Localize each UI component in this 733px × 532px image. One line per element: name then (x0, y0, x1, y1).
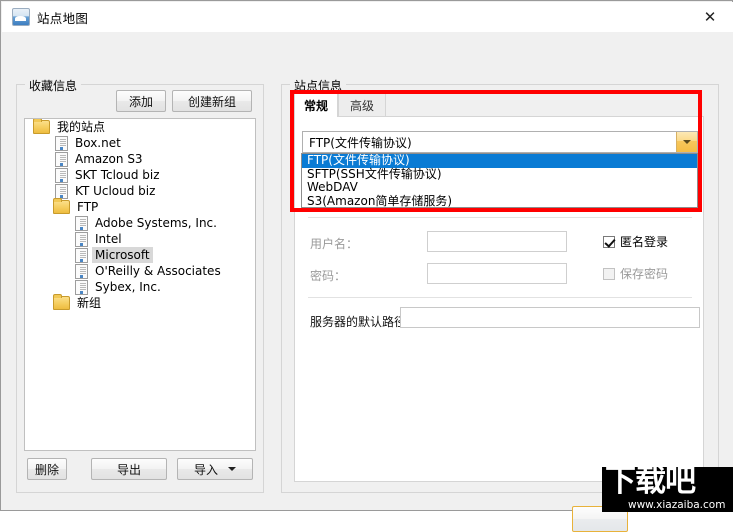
tree-item-label: Box.net (75, 136, 121, 150)
tree-item[interactable]: 我的站点 (25, 119, 255, 135)
protocol-combo[interactable]: FTP(文件传输协议) (302, 131, 698, 153)
export-button[interactable]: 导出 (91, 458, 167, 480)
username-label: 用户名： (310, 237, 359, 251)
tab-advanced[interactable]: 高级 (338, 93, 386, 117)
dropdown-option[interactable]: S3(Amazon简单存储服务) (302, 194, 697, 207)
favorites-tree[interactable]: 我的站点 Box.net Amazon S3 SKT Tcloud biz KT Ucl… (24, 118, 256, 451)
site-icon (75, 263, 88, 279)
site-icon (75, 215, 88, 231)
site-icon (55, 151, 68, 167)
tree-item[interactable]: Amazon S3 (25, 151, 255, 167)
dropdown-option[interactable]: FTP(文件传输协议) (302, 154, 697, 168)
site-map-dialog: 站点地图 ✕ 收藏信息 添加 创建新组 我的站点 Box.net Amazon S3… (0, 0, 733, 532)
protocol-combo-value: FTP(文件传输协议) (309, 135, 412, 150)
default-path-label: 服务器的默认路径 (310, 315, 407, 329)
tree-item[interactable]: O'Reilly & Associates (25, 263, 255, 279)
dropdown-option[interactable]: SFTP(SSH文件传输协议) (302, 167, 697, 182)
tab-general[interactable]: 常规 (294, 93, 338, 117)
anonymous-login-label: 匿名登录 (620, 235, 669, 249)
tree-item-label: Intel (95, 232, 122, 246)
chevron-down-icon (683, 140, 691, 144)
tree-item-label: Adobe Systems, Inc. (95, 216, 217, 230)
add-button[interactable]: 添加 (116, 90, 166, 112)
site-info-tabstrip: 常规 高级 (294, 93, 704, 117)
tabstrip-filler (386, 93, 704, 117)
divider-top (308, 217, 692, 218)
tree-item-label: SKT Tcloud biz (75, 168, 160, 182)
favorites-group-legend: 收藏信息 (25, 77, 82, 94)
folder-icon (53, 198, 70, 214)
tree-item-label: Microsoft (92, 247, 153, 263)
site-icon (55, 135, 68, 151)
watermark-url: www.xiazaiba.com (628, 499, 726, 511)
save-password-label: 保存密码 (620, 267, 669, 281)
create-group-button[interactable]: 创建新组 (172, 90, 252, 112)
chevron-down-icon (228, 467, 236, 471)
site-icon (75, 247, 88, 263)
tree-item[interactable]: Intel (25, 231, 255, 247)
tree-item[interactable]: FTP (25, 198, 255, 215)
tree-item[interactable]: SKT Tcloud biz (25, 167, 255, 183)
checkbox-checked-icon (603, 235, 615, 248)
import-button-label: 导入 (193, 462, 218, 477)
tree-item-label: FTP (77, 200, 99, 214)
save-password-checkbox: 保存密码 (603, 265, 668, 282)
site-icon (75, 231, 88, 247)
tree-item[interactable]: KT Ucloud biz (25, 183, 255, 199)
window-title: 站点地图 (37, 10, 89, 26)
tree-item[interactable]: 新组 (25, 294, 255, 311)
tree-item-label: 新组 (77, 296, 102, 310)
tree-item-label: Amazon S3 (75, 152, 143, 166)
site-icon (75, 279, 88, 295)
dialog-client-area: 收藏信息 添加 创建新组 我的站点 Box.net Amazon S3 SKT Tcl… (2, 32, 733, 532)
username-input[interactable] (427, 231, 567, 252)
tree-item[interactable]: Box.net (25, 135, 255, 151)
site-icon (55, 167, 68, 183)
tree-item-label: KT Ucloud biz (75, 184, 156, 198)
password-label: 密码： (310, 269, 347, 283)
title-bar: 站点地图 ✕ (2, 2, 733, 32)
site-icon (55, 183, 68, 199)
dropdown-option[interactable]: WebDAV (302, 180, 697, 195)
protocol-dropdown-list[interactable]: FTP(文件传输协议) SFTP(SSH文件传输协议) WebDAV S3(Amazo… (301, 153, 698, 208)
tree-item-label: 我的站点 (57, 120, 106, 134)
site-map-icon (12, 8, 30, 26)
folder-icon (33, 119, 50, 134)
site-info-group-legend: 站点信息 (290, 77, 347, 94)
tree-item-label: O'Reilly & Associates (95, 264, 221, 278)
checkbox-disabled-icon (603, 267, 615, 280)
folder-icon (53, 294, 70, 310)
tree-item[interactable]: Sybex, Inc. (25, 279, 255, 295)
default-path-input[interactable] (400, 307, 700, 328)
tree-item-label: Sybex, Inc. (95, 280, 161, 294)
close-icon[interactable]: ✕ (687, 2, 733, 32)
tree-item[interactable]: Microsoft (25, 247, 255, 263)
password-input[interactable] (427, 263, 567, 284)
watermark-text: 下载吧 (605, 467, 696, 499)
site-watermark: 下载吧 www.xiazaiba.com (602, 467, 733, 512)
combo-dropdown-button[interactable] (676, 132, 697, 152)
tree-item[interactable]: Adobe Systems, Inc. (25, 215, 255, 231)
import-button[interactable]: 导入 (177, 458, 253, 480)
delete-button[interactable]: 删除 (27, 458, 67, 480)
anonymous-login-checkbox[interactable]: 匿名登录 (603, 233, 668, 250)
divider-bottom (308, 297, 692, 298)
